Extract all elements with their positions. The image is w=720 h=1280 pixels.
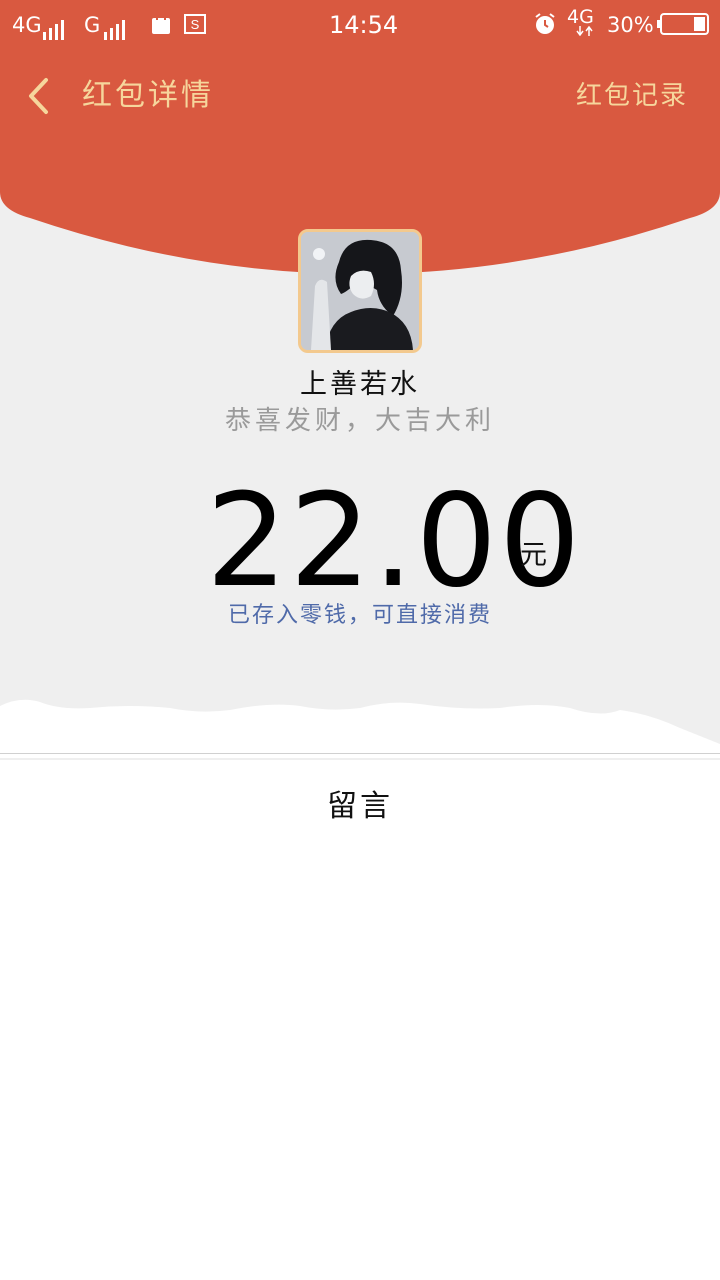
network-g-label: G <box>84 13 101 37</box>
sender-avatar[interactable] <box>298 229 422 353</box>
greeting-text: 恭喜发财，大吉大利 <box>224 406 495 436</box>
alarm-clock-icon <box>535 13 555 34</box>
torn-paper-edge <box>0 699 720 758</box>
battery-icon <box>657 13 709 35</box>
stored-to-change-note[interactable]: 已存入零钱，可直接消费 <box>0 597 720 629</box>
clock-time: 14:54 <box>329 11 399 39</box>
avatar-portrait-image <box>301 232 419 350</box>
network-4g-label: 4G <box>12 13 42 37</box>
section-divider <box>0 753 720 754</box>
back-arrow-icon[interactable] <box>22 76 58 116</box>
screenshot-app-icon: S <box>184 14 206 34</box>
amount-unit: 元 <box>520 540 547 571</box>
signal-strength-2-icon <box>101 14 125 40</box>
page-title: 红包详情 <box>82 78 214 113</box>
shopping-bag-icon <box>152 12 170 34</box>
data-activity-icon <box>576 26 593 36</box>
signal-strength-icon <box>40 14 64 40</box>
battery-percent: 30% <box>607 13 654 37</box>
sender-name: 上善若水 <box>300 369 420 400</box>
red-packet-records-link[interactable]: 红包记录 <box>576 78 688 114</box>
svg-text:S: S <box>191 17 200 32</box>
leave-message-button[interactable]: 留言 <box>0 781 720 825</box>
status-bar: 4G G S 14:54 4G 30% <box>0 0 720 50</box>
